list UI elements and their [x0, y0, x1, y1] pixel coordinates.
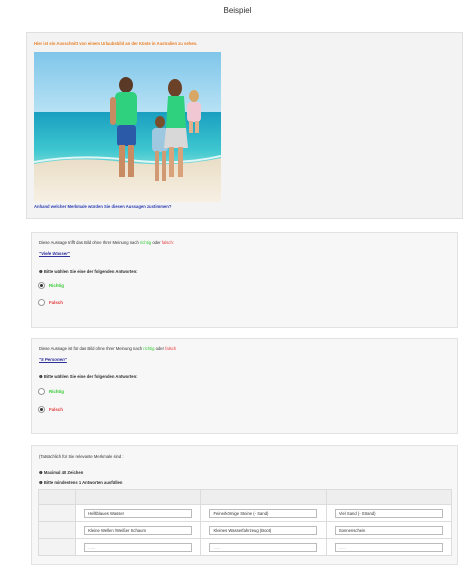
- option-richtig[interactable]: Richtig: [38, 387, 64, 395]
- prompt-or-word: oder: [152, 240, 161, 245]
- prompt-false-word: falsch:: [161, 240, 174, 245]
- table-header-row: [38, 489, 453, 505]
- option-falsch[interactable]: Falsch: [38, 298, 63, 306]
- min-answers-note: ❶ Bitte mindestens 1 Antworten ausfüllen: [39, 480, 123, 485]
- page-title: Beispiel: [223, 6, 252, 15]
- features-prompt: (Tatsächlich für Sie relevante Merkmale …: [39, 454, 124, 459]
- question-statement: "Viele Wasser": [39, 251, 71, 256]
- option-falsch[interactable]: Falsch: [38, 405, 63, 413]
- feature-input-empty[interactable]: ......: [209, 542, 318, 552]
- table-row: Kleine Wellen /Weißer Schaum Kleines Was…: [38, 521, 453, 539]
- prompt-true-word: richtig: [139, 240, 152, 245]
- prompt-text: Diese Aussage ist für das Bild ohne Ihre…: [39, 346, 143, 351]
- intro-text: Hier ist ein Ausschnitt von einem Urlaub…: [34, 41, 198, 46]
- feature-input[interactable]: Viel Sand (- Strand): [334, 508, 443, 518]
- prompt-text: Diese Aussage trifft das Bild ohne Ihrer…: [39, 240, 139, 245]
- option-label: Falsch: [49, 406, 63, 412]
- question-statement: "5 Personen": [39, 357, 67, 362]
- feature-input-empty[interactable]: ......: [84, 542, 193, 552]
- option-label: Richtig: [49, 282, 64, 288]
- question-instruction: ❶ Bitte wählen Sie eine der folgenden An…: [39, 374, 138, 379]
- table-row: ...... ...... ......: [38, 538, 453, 556]
- radio-button-selected[interactable]: [38, 405, 45, 413]
- prompt-false-word: falsch: [165, 346, 177, 351]
- question-prompt: Diese Aussage trifft das Bild ohne Ihrer…: [39, 240, 174, 245]
- question-box-1: Diese Aussage trifft das Bild ohne Ihrer…: [31, 232, 458, 328]
- beach-photo: [34, 52, 221, 202]
- photo-caption: Anhand welcher Merkmale würden Sie diese…: [34, 204, 172, 209]
- features-box: (Tatsächlich für Sie relevante Merkmale …: [31, 445, 458, 565]
- question-prompt: Diese Aussage ist für das Bild ohne Ihre…: [39, 346, 176, 351]
- question-instruction: ❶ Bitte wählen Sie eine der folgenden An…: [39, 269, 138, 274]
- feature-input[interactable]: Sonnenschein: [334, 525, 443, 535]
- option-label: Richtig: [49, 388, 64, 394]
- feature-input[interactable]: Kleines Wasserfahrzeug (Boot): [209, 525, 318, 535]
- table-row: Helltblaues Wasser Feinerkörnige Steine …: [38, 504, 453, 522]
- intro-panel: Hier ist ein Ausschnitt von einem Urlaub…: [26, 32, 463, 219]
- option-label: Falsch: [49, 299, 63, 305]
- question-box-2: Diese Aussage ist für das Bild ohne Ihre…: [31, 338, 458, 434]
- features-table: Helltblaues Wasser Feinerkörnige Steine …: [38, 489, 453, 556]
- feature-input[interactable]: Feinerkörnige Steine (- Sand): [209, 508, 318, 518]
- radio-button[interactable]: [38, 298, 45, 306]
- prompt-or-word: oder: [155, 346, 165, 351]
- feature-input[interactable]: Helltblaues Wasser: [84, 508, 193, 518]
- radio-button[interactable]: [38, 387, 45, 395]
- option-richtig[interactable]: Richtig: [38, 281, 64, 289]
- radio-button-selected[interactable]: [38, 281, 45, 289]
- prompt-true-word: richtig: [143, 346, 155, 351]
- feature-input-empty[interactable]: ......: [334, 542, 443, 552]
- max-chars-note: ❶ Maximal 40 Zeichen: [39, 470, 84, 475]
- feature-input[interactable]: Kleine Wellen /Weißer Schaum: [84, 525, 193, 535]
